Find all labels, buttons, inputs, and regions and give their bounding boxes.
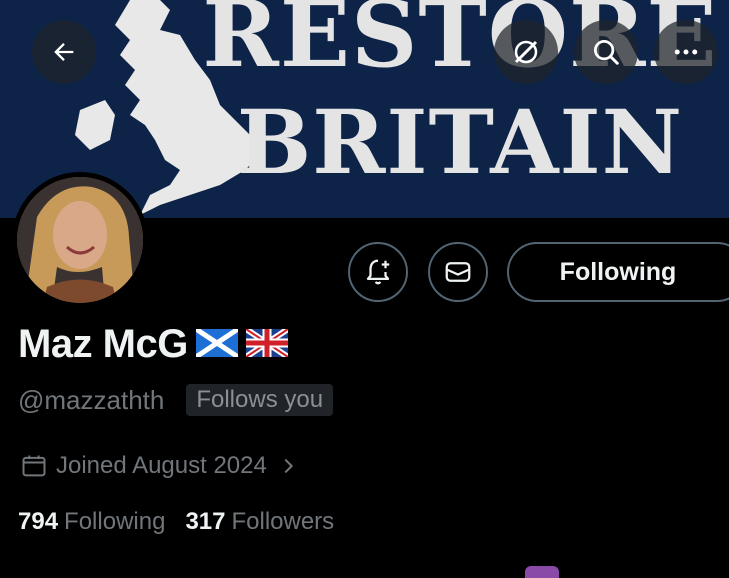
- followers-count: 317: [185, 508, 226, 535]
- following-stat[interactable]: 794 Following: [18, 508, 165, 536]
- handle-row: @mazzathth Follows you: [18, 384, 334, 416]
- follows-you-badge: Follows you: [186, 384, 334, 416]
- display-name-text: Maz McG: [18, 322, 188, 366]
- followers-stat[interactable]: 317 Followers: [185, 508, 334, 536]
- union-jack-flag-icon: [244, 322, 290, 367]
- chevron-right-icon: [284, 458, 293, 474]
- joined-date: Joined August 2024: [56, 452, 267, 479]
- banner-text-britain: BRITAIN: [236, 90, 684, 194]
- username-handle: @mazzathth: [18, 384, 165, 415]
- following-stat-label: Following: [64, 508, 166, 535]
- more-button[interactable]: [654, 20, 718, 84]
- back-button[interactable]: [32, 20, 96, 84]
- calendar-icon: [22, 455, 46, 477]
- joined-row[interactable]: Joined August 2024: [20, 452, 299, 480]
- grok-icon: [514, 40, 538, 64]
- follow-stats: 794 Following 317 Followers: [18, 508, 334, 536]
- profile-avatar[interactable]: [12, 172, 148, 308]
- partial-emoji: [525, 566, 559, 578]
- following-count: 794: [18, 508, 59, 535]
- search-button[interactable]: [574, 20, 638, 84]
- grok-button[interactable]: [494, 20, 558, 84]
- following-button[interactable]: Following: [507, 242, 729, 302]
- followers-stat-label: Followers: [231, 508, 335, 535]
- avatar-photo: [17, 177, 143, 303]
- message-button[interactable]: [428, 242, 488, 302]
- notify-button[interactable]: [348, 242, 408, 302]
- arrow-left-icon: [54, 43, 74, 61]
- banner-text-restore: RESTORE: [202, 0, 718, 88]
- bell-plus-icon: [366, 259, 390, 285]
- more-horizontal-icon: [674, 49, 698, 55]
- display-name: Maz McG: [18, 322, 290, 367]
- envelope-icon: [445, 262, 471, 282]
- scotland-flag-icon: [194, 322, 240, 367]
- search-icon: [594, 40, 619, 65]
